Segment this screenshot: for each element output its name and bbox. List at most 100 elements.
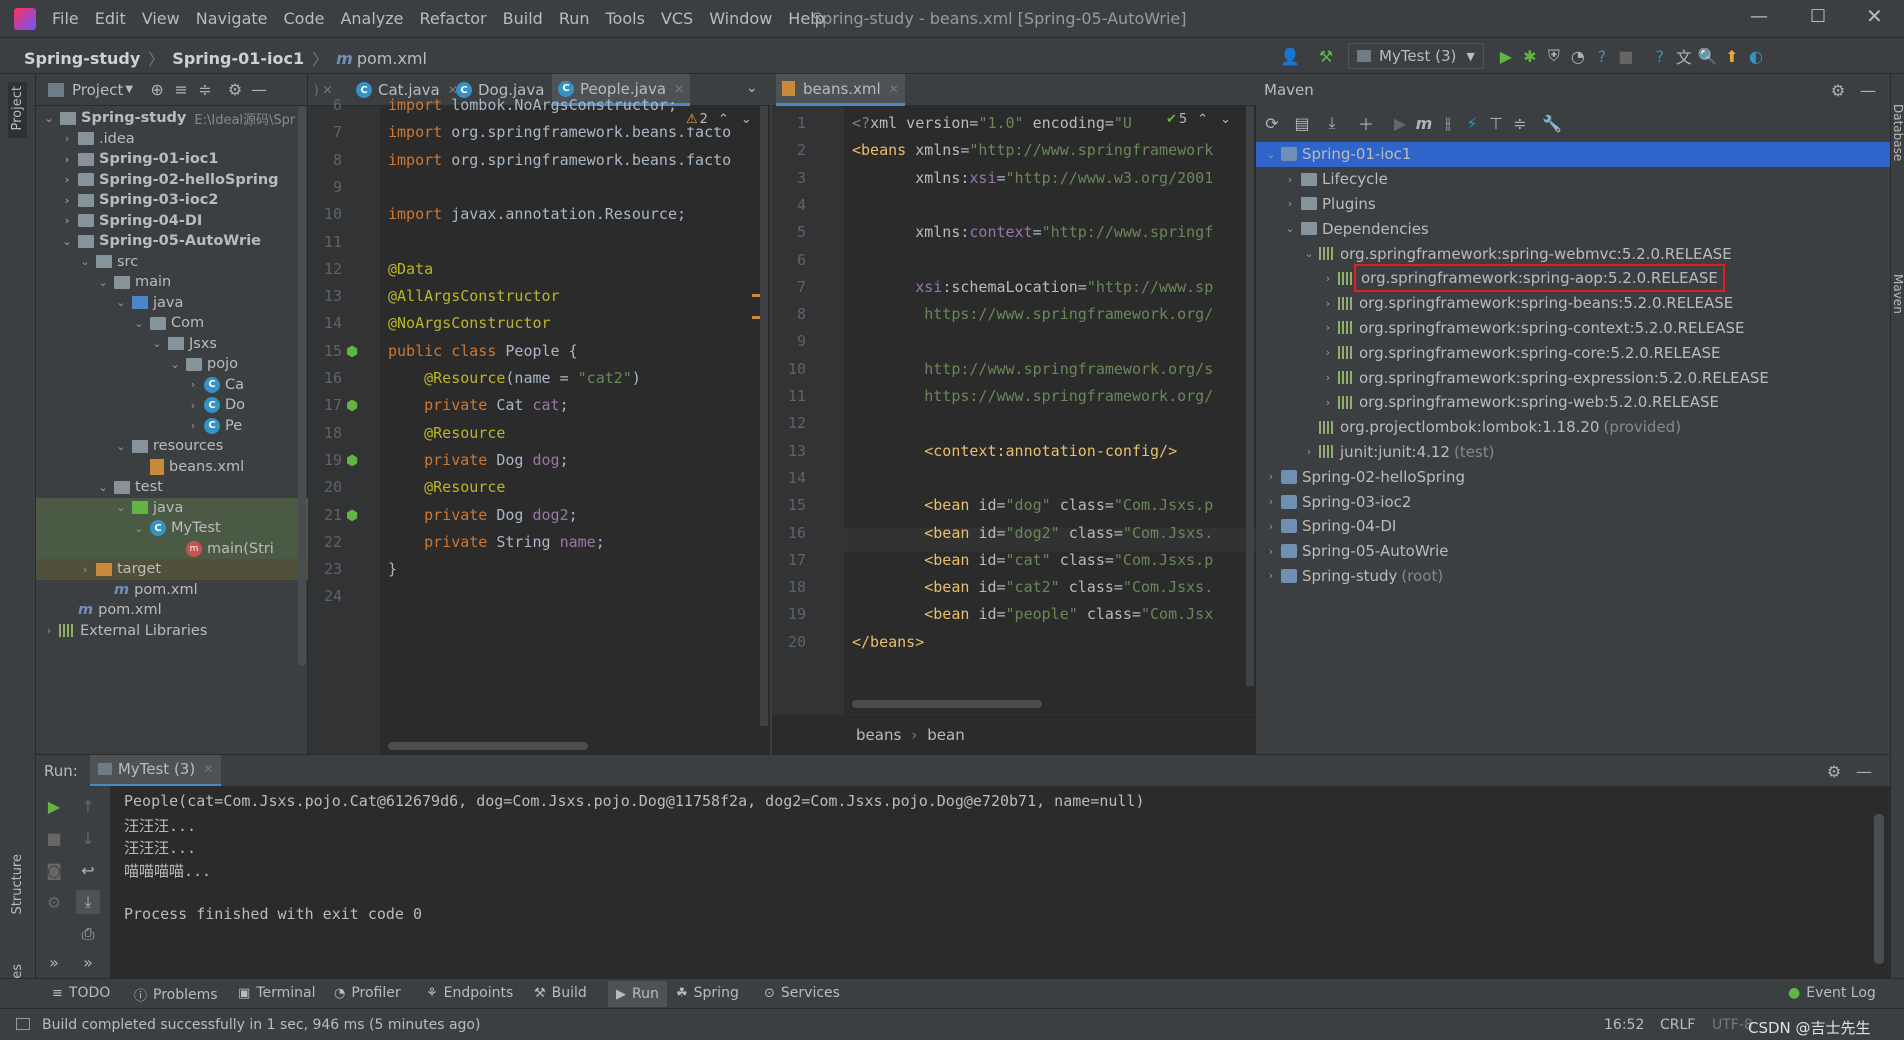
- previous-highlight-icon[interactable]: ⌃: [1197, 112, 1208, 127]
- breadcrumb-item[interactable]: Spring-01-ioc1: [172, 49, 304, 68]
- hide-icon[interactable]: —: [247, 78, 271, 102]
- user-icon[interactable]: 👤: [1278, 44, 1302, 68]
- chevron-right-icon[interactable]: ›: [78, 563, 92, 576]
- maven-tree-item[interactable]: › Spring-02-helloSpring: [1256, 464, 1890, 489]
- project-tree-item[interactable]: › Spring-04-DI: [36, 211, 308, 232]
- search-icon[interactable]: 🔍: [1696, 44, 1720, 68]
- menu-window[interactable]: Window: [709, 9, 772, 28]
- project-tree-item[interactable]: › Spring-03-ioc2: [36, 190, 308, 211]
- soft-wrap-icon[interactable]: ↩: [76, 858, 100, 882]
- more-icon[interactable]: »: [42, 950, 66, 974]
- vertical-scrollbar[interactable]: [760, 106, 768, 726]
- maven-tool-tab[interactable]: Maven: [1891, 274, 1904, 318]
- coverage-icon[interactable]: ⛨: [1542, 44, 1566, 68]
- skip-tests-icon[interactable]: ⚡: [1460, 111, 1484, 135]
- project-tree-item[interactable]: ⌄ src: [36, 252, 308, 273]
- run-icon[interactable]: ▶: [1388, 111, 1412, 135]
- project-tree-item[interactable]: › C Pe: [36, 416, 308, 437]
- project-tree-item[interactable]: beans.xml: [36, 457, 308, 478]
- profile-icon[interactable]: ◔: [1566, 44, 1590, 68]
- inspection-widget[interactable]: ⚠ 2 ⌃ ⌄: [686, 112, 752, 127]
- next-highlight-icon[interactable]: ⌄: [1220, 112, 1231, 127]
- project-tree-item[interactable]: ⌄ Jsxs: [36, 334, 308, 355]
- chevron-right-icon[interactable]: ›: [1321, 272, 1335, 285]
- tool-build-button[interactable]: ⚒ Build: [534, 985, 587, 1001]
- scrollbar[interactable]: [298, 106, 306, 666]
- chevron-right-icon[interactable]: ›: [186, 419, 200, 432]
- toggle-offline-icon[interactable]: ⫲: [1436, 111, 1460, 135]
- tool-profiler-button[interactable]: ◔ Profiler: [334, 985, 401, 1001]
- chevron-down-icon[interactable]: ⌄: [42, 112, 56, 125]
- project-tree-item[interactable]: › .idea: [36, 129, 308, 150]
- chevron-down-icon[interactable]: ⌄: [78, 255, 92, 268]
- project-tree-item[interactable]: ⌄ resources: [36, 436, 308, 457]
- update-icon[interactable]: ⬆: [1720, 44, 1744, 68]
- chevron-right-icon[interactable]: ›: [186, 378, 200, 391]
- add-icon[interactable]: ＋: [1354, 111, 1378, 135]
- line-separator[interactable]: CRLF: [1660, 1017, 1695, 1033]
- menu-file[interactable]: File: [52, 9, 79, 28]
- menu-edit[interactable]: Edit: [95, 9, 126, 28]
- maven-tree-item[interactable]: ⌄ Dependencies: [1256, 216, 1890, 241]
- project-tool-tab[interactable]: Project: [8, 82, 27, 139]
- tool-terminal-button[interactable]: ▣ Terminal: [238, 985, 315, 1001]
- plugin-icon[interactable]: ◐: [1744, 44, 1768, 68]
- chevron-right-icon[interactable]: ›: [1321, 346, 1335, 359]
- caret-position[interactable]: 16:52: [1604, 1017, 1644, 1033]
- maven-tree-item[interactable]: ⌄ Spring-01-ioc1: [1256, 142, 1890, 167]
- project-tree-item[interactable]: ⌄ main: [36, 272, 308, 293]
- maven-tree-item[interactable]: › Spring-study (root): [1256, 564, 1890, 589]
- close-window-button[interactable]: ✕: [1866, 4, 1883, 28]
- chevron-down-icon[interactable]: ⌄: [60, 235, 74, 248]
- project-view-selector[interactable]: Project: [72, 81, 123, 99]
- spring-bean-icon[interactable]: ⬢: [346, 344, 358, 360]
- horizontal-scrollbar[interactable]: [388, 742, 588, 750]
- collapse-all-icon[interactable]: ≑: [1508, 111, 1532, 135]
- menu-run[interactable]: Run: [559, 9, 590, 28]
- chevron-down-icon[interactable]: ⌄: [96, 481, 110, 494]
- collapse-all-icon[interactable]: ≑: [193, 78, 217, 102]
- menu-view[interactable]: View: [142, 9, 180, 28]
- chevron-right-icon[interactable]: ›: [1283, 173, 1297, 186]
- search-help-icon[interactable]: ?: [1648, 44, 1672, 68]
- project-tree-item[interactable]: › Spring-01-ioc1: [36, 149, 308, 170]
- stop-icon[interactable]: ■: [42, 826, 66, 850]
- chevron-down-icon[interactable]: ⌄: [1302, 247, 1316, 260]
- maven-tree-item[interactable]: › Lifecycle: [1256, 167, 1890, 192]
- tool-spring-button[interactable]: ☘ Spring: [676, 985, 739, 1001]
- reload-icon[interactable]: ⟳: [1260, 111, 1284, 135]
- maven-tree-item[interactable]: › org.springframework:spring-beans:5.2.0.…: [1256, 291, 1890, 316]
- project-tree-item[interactable]: › C Ca: [36, 375, 308, 396]
- chevron-right-icon[interactable]: ›: [60, 132, 74, 145]
- chevron-down-icon[interactable]: ⌄: [150, 337, 164, 350]
- vertical-scrollbar[interactable]: [1246, 106, 1254, 686]
- chevron-right-icon[interactable]: ›: [1302, 445, 1316, 458]
- chevron-right-icon[interactable]: ›: [60, 153, 74, 166]
- close-icon[interactable]: ✕: [203, 762, 213, 776]
- menu-navigate[interactable]: Navigate: [196, 9, 268, 28]
- menu-analyze[interactable]: Analyze: [340, 9, 403, 28]
- project-tree-item[interactable]: ⌄ test: [36, 477, 308, 498]
- camera-icon[interactable]: ◙: [42, 858, 66, 882]
- add-folder-icon[interactable]: ▤: [1290, 111, 1314, 135]
- project-tree-item[interactable]: ⌄ C MyTest: [36, 518, 308, 539]
- show-dependencies-icon[interactable]: ⊤: [1484, 111, 1508, 135]
- next-highlight-icon[interactable]: ⌄: [741, 112, 752, 127]
- tool-problems-button[interactable]: ⓘ Problems: [134, 985, 218, 1005]
- chevron-down-icon[interactable]: ⌄: [96, 276, 110, 289]
- maven-tree-item[interactable]: › org.springframework:spring-context:5.2.…: [1256, 316, 1890, 341]
- chevron-right-icon[interactable]: ›: [60, 214, 74, 227]
- chevron-right-icon[interactable]: ›: [1264, 520, 1278, 533]
- project-tree-item[interactable]: ⌄ Spring-05-AutoWrie: [36, 231, 308, 252]
- layout-icon[interactable]: [16, 1018, 30, 1030]
- chevron-right-icon[interactable]: ›: [1264, 495, 1278, 508]
- breadcrumb-item[interactable]: beans: [856, 726, 901, 744]
- chevron-right-icon[interactable]: ›: [1264, 470, 1278, 483]
- locate-icon[interactable]: ⊕: [145, 78, 169, 102]
- chevron-down-icon[interactable]: ⌄: [132, 522, 146, 535]
- breadcrumb-item[interactable]: pom.xml: [357, 49, 427, 68]
- build-hammer-icon[interactable]: ⚒: [1314, 44, 1338, 68]
- chevron-right-icon[interactable]: ›: [60, 173, 74, 186]
- maven-tree-item[interactable]: › org.springframework:spring-expression:5…: [1256, 365, 1890, 390]
- project-tree-item[interactable]: › C Do: [36, 395, 308, 416]
